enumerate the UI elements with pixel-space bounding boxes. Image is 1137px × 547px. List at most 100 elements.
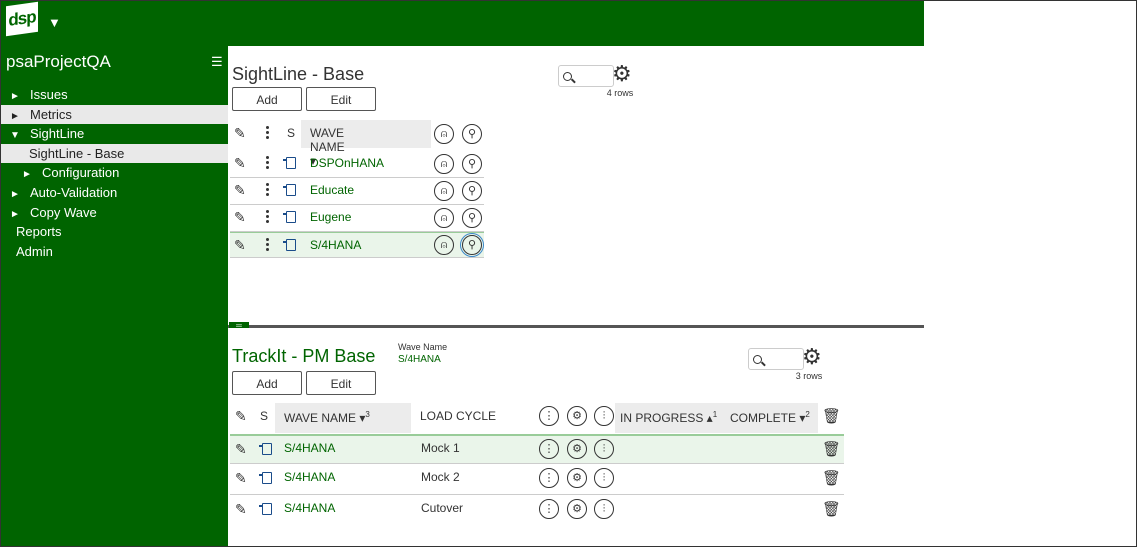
more-options-circle-icon[interactable]: ⋮ — [539, 406, 559, 426]
sidebar-nav: ► Issues ► Metrics ▼ SightLine SightLine - … — [0, 85, 228, 261]
settings-circle-icon[interactable]: ⚙ — [567, 439, 587, 459]
user-icon[interactable]: ⍝ — [434, 208, 454, 228]
link-icon[interactable]: ⚲ — [462, 154, 482, 174]
delete-trash-icon[interactable]: 🗑 — [822, 500, 841, 518]
dsp-logo[interactable]: dsp — [6, 1, 38, 37]
user-icon[interactable]: ⍝ — [434, 124, 454, 144]
link-icon[interactable]: ⚲ — [462, 181, 482, 201]
sightline-title: SightLine - Base — [232, 64, 365, 84]
sliders-circle-icon[interactable]: ⫶ — [594, 439, 614, 459]
table-row[interactable]: ✎ DSPOnHANA ⍝ ⚲ — [230, 151, 484, 178]
search-icon — [753, 355, 762, 364]
kebab-menu-icon[interactable] — [266, 126, 270, 141]
wave-name-cell[interactable]: Educate — [310, 183, 354, 197]
sidebar-item-configuration[interactable]: ► Configuration — [0, 163, 228, 183]
status-doc-icon — [283, 184, 296, 196]
table-row[interactable]: ✎ S/4HANA Mock 2 ⋮ ⚙ ⫶ 🗑 — [230, 465, 844, 495]
link-icon[interactable]: ⚲ — [460, 233, 484, 257]
kebab-menu-icon[interactable] — [266, 238, 270, 253]
sightline-search-input[interactable] — [558, 65, 614, 87]
delete-trash-icon[interactable]: 🗑 — [822, 440, 841, 458]
kebab-menu-icon[interactable] — [266, 156, 270, 171]
trackit-header-complete[interactable]: COMPLETE ▾2 — [730, 410, 810, 425]
link-icon[interactable]: ⚲ — [462, 124, 482, 144]
load-cycle-cell[interactable]: Mock 2 — [421, 470, 460, 484]
status-doc-icon — [283, 239, 296, 251]
user-icon[interactable]: ⍝ — [434, 154, 454, 174]
edit-pencil-icon[interactable]: ✎ — [235, 501, 247, 518]
status-doc-icon — [259, 443, 272, 455]
sidebar-item-issues[interactable]: ► Issues — [0, 85, 228, 105]
sightline-row-count: 4 rows — [606, 88, 634, 98]
link-icon[interactable]: ⚲ — [462, 208, 482, 228]
trackit-header-load-cycle[interactable]: LOAD CYCLE — [420, 409, 496, 423]
load-cycle-cell[interactable]: Cutover — [421, 501, 463, 515]
user-icon[interactable]: ⍝ — [434, 181, 454, 201]
kebab-menu-icon[interactable] — [266, 210, 270, 225]
hamburger-menu-icon[interactable]: ☰ — [211, 54, 223, 70]
status-doc-icon — [259, 472, 272, 484]
status-doc-icon — [283, 211, 296, 223]
edit-pencil-icon[interactable]: ✎ — [234, 237, 246, 254]
trackit-title: TrackIt - PM Base — [232, 346, 376, 366]
trackit-settings-gear-icon[interactable]: ⚙ — [802, 346, 822, 368]
sightline-header-s: S — [287, 126, 296, 140]
edit-pencil-icon[interactable]: ✎ — [235, 470, 247, 487]
edit-pencil-icon[interactable]: ✎ — [234, 209, 246, 226]
wave-name-cell[interactable]: S/4HANA — [310, 238, 361, 252]
sightline-add-button[interactable]: Add — [232, 87, 302, 111]
sightline-settings-gear-icon[interactable]: ⚙ — [612, 63, 632, 85]
more-options-circle-icon[interactable]: ⋮ — [539, 499, 559, 519]
edit-pencil-icon[interactable]: ✎ — [235, 441, 247, 458]
settings-circle-icon[interactable]: ⚙ — [567, 468, 587, 488]
sidebar-item-auto-validation[interactable]: ► Auto-Validation — [0, 183, 228, 203]
sidebar-item-admin[interactable]: Admin — [0, 242, 228, 262]
project-name: psaProjectQA — [6, 52, 111, 71]
edit-pencil-icon[interactable]: ✎ — [234, 155, 246, 172]
settings-circle-icon[interactable]: ⚙ — [567, 499, 587, 519]
status-doc-icon — [283, 157, 296, 169]
wave-name-cell[interactable]: S/4HANA — [284, 441, 335, 455]
load-cycle-cell[interactable]: Mock 1 — [421, 441, 460, 455]
trackit-edit-button[interactable]: Edit — [306, 371, 376, 395]
edit-pencil-icon[interactable]: ✎ — [234, 182, 246, 199]
wave-name-cell[interactable]: Eugene — [310, 210, 351, 224]
sidebar-item-metrics[interactable]: ► Metrics — [0, 104, 228, 125]
sidebar-item-sightline-base[interactable]: SightLine - Base — [0, 143, 228, 164]
sliders-circle-icon[interactable]: ⫶ — [594, 468, 614, 488]
sliders-circle-icon[interactable]: ⫶ — [594, 406, 614, 426]
trackit-add-button[interactable]: Add — [232, 371, 302, 395]
trackit-row-count: 3 rows — [795, 371, 823, 381]
delete-trash-icon[interactable]: 🗑 — [822, 407, 841, 425]
delete-trash-icon[interactable]: 🗑 — [822, 469, 841, 487]
sidebar: psaProjectQA ☰ ► Issues ► Metrics ▼ SightLi… — [0, 46, 228, 547]
more-options-circle-icon[interactable]: ⋮ — [539, 439, 559, 459]
app-menu-caret-icon[interactable]: ▼ — [48, 15, 61, 30]
trackit-header-s: S — [260, 409, 269, 423]
edit-pencil-icon[interactable]: ✎ — [234, 125, 246, 142]
table-row[interactable]: ✎ Educate ⍝ ⚲ — [230, 178, 484, 205]
sidebar-item-reports[interactable]: Reports — [0, 222, 228, 242]
table-row-selected[interactable]: ✎ S/4HANA Mock 1 ⋮ ⚙ ⫶ 🗑 — [230, 434, 844, 464]
trackit-header-wave-name[interactable]: WAVE NAME ▾3 — [284, 410, 370, 425]
wave-name-filter-label: Wave Name — [398, 342, 448, 352]
more-options-circle-icon[interactable]: ⋮ — [539, 468, 559, 488]
sidebar-item-sightline[interactable]: ▼ SightLine — [0, 124, 228, 144]
settings-circle-icon[interactable]: ⚙ — [567, 406, 587, 426]
kebab-menu-icon[interactable] — [266, 183, 270, 198]
wave-name-cell[interactable]: S/4HANA — [284, 470, 335, 484]
sightline-edit-button[interactable]: Edit — [306, 87, 376, 111]
wave-name-cell[interactable]: S/4HANA — [284, 501, 335, 515]
table-row[interactable]: ✎ Eugene ⍝ ⚲ — [230, 205, 484, 232]
wave-name-cell[interactable]: DSPOnHANA — [310, 156, 384, 170]
edit-pencil-icon[interactable]: ✎ — [235, 408, 247, 425]
user-icon[interactable]: ⍝ — [434, 235, 454, 255]
table-row-selected[interactable]: ✎ S/4HANA ⍝ ⚲ — [230, 232, 484, 258]
trackit-header-in-progress[interactable]: IN PROGRESS ▴1 — [620, 410, 717, 425]
wave-name-filter-value[interactable]: S/4HANA — [398, 354, 441, 365]
sliders-circle-icon[interactable]: ⫶ — [594, 499, 614, 519]
trackit-search-input[interactable] — [748, 348, 804, 370]
search-icon — [563, 72, 572, 81]
sidebar-item-copy-wave[interactable]: ► Copy Wave — [0, 203, 228, 223]
table-row[interactable]: ✎ S/4HANA Cutover ⋮ ⚙ ⫶ 🗑 — [230, 496, 844, 526]
